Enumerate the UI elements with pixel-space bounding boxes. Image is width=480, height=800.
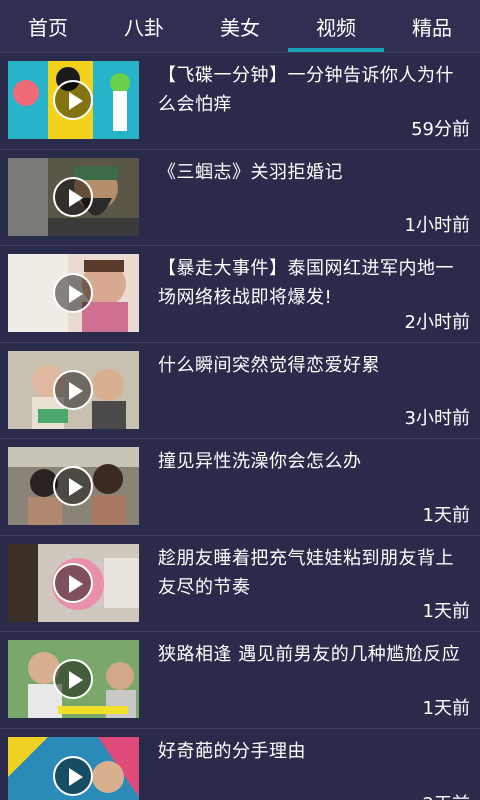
video-title: 撞见异性洗澡你会怎么办	[158, 451, 362, 472]
play-icon	[53, 659, 93, 699]
play-icon	[53, 369, 93, 410]
video-thumbnail	[8, 543, 139, 622]
play-icon	[53, 176, 93, 217]
video-thumbnail	[8, 640, 139, 718]
video-timestamp: 59分前	[411, 118, 470, 140]
tab-indicator	[384, 48, 480, 52]
tab-indicator	[192, 48, 288, 52]
video-title: 好奇葩的分手理由	[158, 740, 306, 762]
video-timestamp: 3小时前	[404, 408, 470, 429]
tab-beauty[interactable]: 美女	[192, 0, 288, 52]
play-icon	[53, 466, 93, 506]
video-timestamp: 2天前	[423, 790, 470, 800]
tab-indicator	[288, 48, 384, 52]
video-timestamp: 1小时前	[404, 215, 470, 236]
video-list: 【飞碟一分钟】一分钟告诉你人为什么会怕痒 59分前 《三蝈志》关羽拒婚记 1小时…	[0, 53, 480, 800]
video-list-item[interactable]: 什么瞬间突然觉得恋爱好累 3小时前	[0, 343, 480, 439]
video-title: 【飞碟一分钟】一分钟告诉你人为什么会怕痒	[158, 65, 454, 115]
video-list-item[interactable]: 好奇葩的分手理由 2天前	[0, 729, 480, 800]
video-thumbnail	[8, 61, 139, 139]
category-tab-bar: 首页 八卦 美女 视频 精品	[0, 0, 480, 53]
video-list-item[interactable]: 趁朋友睡着把充气娃娃粘到朋友背上 友尽的节奏 1天前	[0, 536, 480, 632]
video-title: 狭路相逢 遇见前男友的几种尴尬反应	[158, 644, 461, 665]
tab-indicator	[96, 48, 192, 52]
video-timestamp: 1天前	[422, 504, 470, 526]
video-list-item[interactable]: 【暴走大事件】泰国网红进军内地一场网络核战即将爆发! 2小时前	[0, 246, 480, 343]
video-thumbnail	[8, 254, 139, 332]
tab-label: 美女	[220, 15, 260, 40]
play-icon	[53, 273, 93, 313]
video-title: 【暴走大事件】泰国网红进军内地一场网络核战即将爆发!	[158, 258, 454, 308]
tab-home[interactable]: 首页	[0, 0, 96, 52]
tab-featured[interactable]: 精品	[384, 0, 480, 52]
video-thumbnail	[8, 736, 139, 800]
play-icon	[53, 755, 93, 796]
tab-label: 视频	[316, 15, 356, 40]
tab-label: 八卦	[124, 15, 164, 40]
video-title: 什么瞬间突然觉得恋爱好累	[158, 354, 380, 376]
video-list-item[interactable]: 狭路相逢 遇见前男友的几种尴尬反应 1天前	[0, 632, 480, 729]
tab-label: 精品	[412, 15, 452, 40]
video-list-item[interactable]: 撞见异性洗澡你会怎么办 1天前	[0, 439, 480, 536]
video-timestamp: 2小时前	[404, 311, 470, 333]
video-timestamp: 1天前	[422, 601, 470, 622]
play-icon	[53, 562, 93, 603]
video-thumbnail	[8, 350, 139, 429]
video-thumbnail	[8, 447, 139, 525]
video-list-item[interactable]: 《三蝈志》关羽拒婚记 1小时前	[0, 150, 480, 246]
tab-label: 首页	[28, 15, 68, 40]
video-title: 趁朋友睡着把充气娃娃粘到朋友背上 友尽的节奏	[158, 547, 454, 598]
tab-video[interactable]: 视频	[288, 0, 384, 52]
video-list-item[interactable]: 【飞碟一分钟】一分钟告诉你人为什么会怕痒 59分前	[0, 53, 480, 150]
app-screen: 首页 八卦 美女 视频 精品 【飞碟一分钟】一分钟告诉你人为什么会怕痒 59分前…	[0, 0, 480, 800]
tab-indicator	[0, 48, 96, 52]
tab-gossip[interactable]: 八卦	[96, 0, 192, 52]
video-title: 《三蝈志》关羽拒婚记	[158, 161, 343, 183]
play-icon	[53, 80, 93, 120]
video-timestamp: 1天前	[422, 697, 470, 719]
video-thumbnail	[8, 157, 139, 236]
